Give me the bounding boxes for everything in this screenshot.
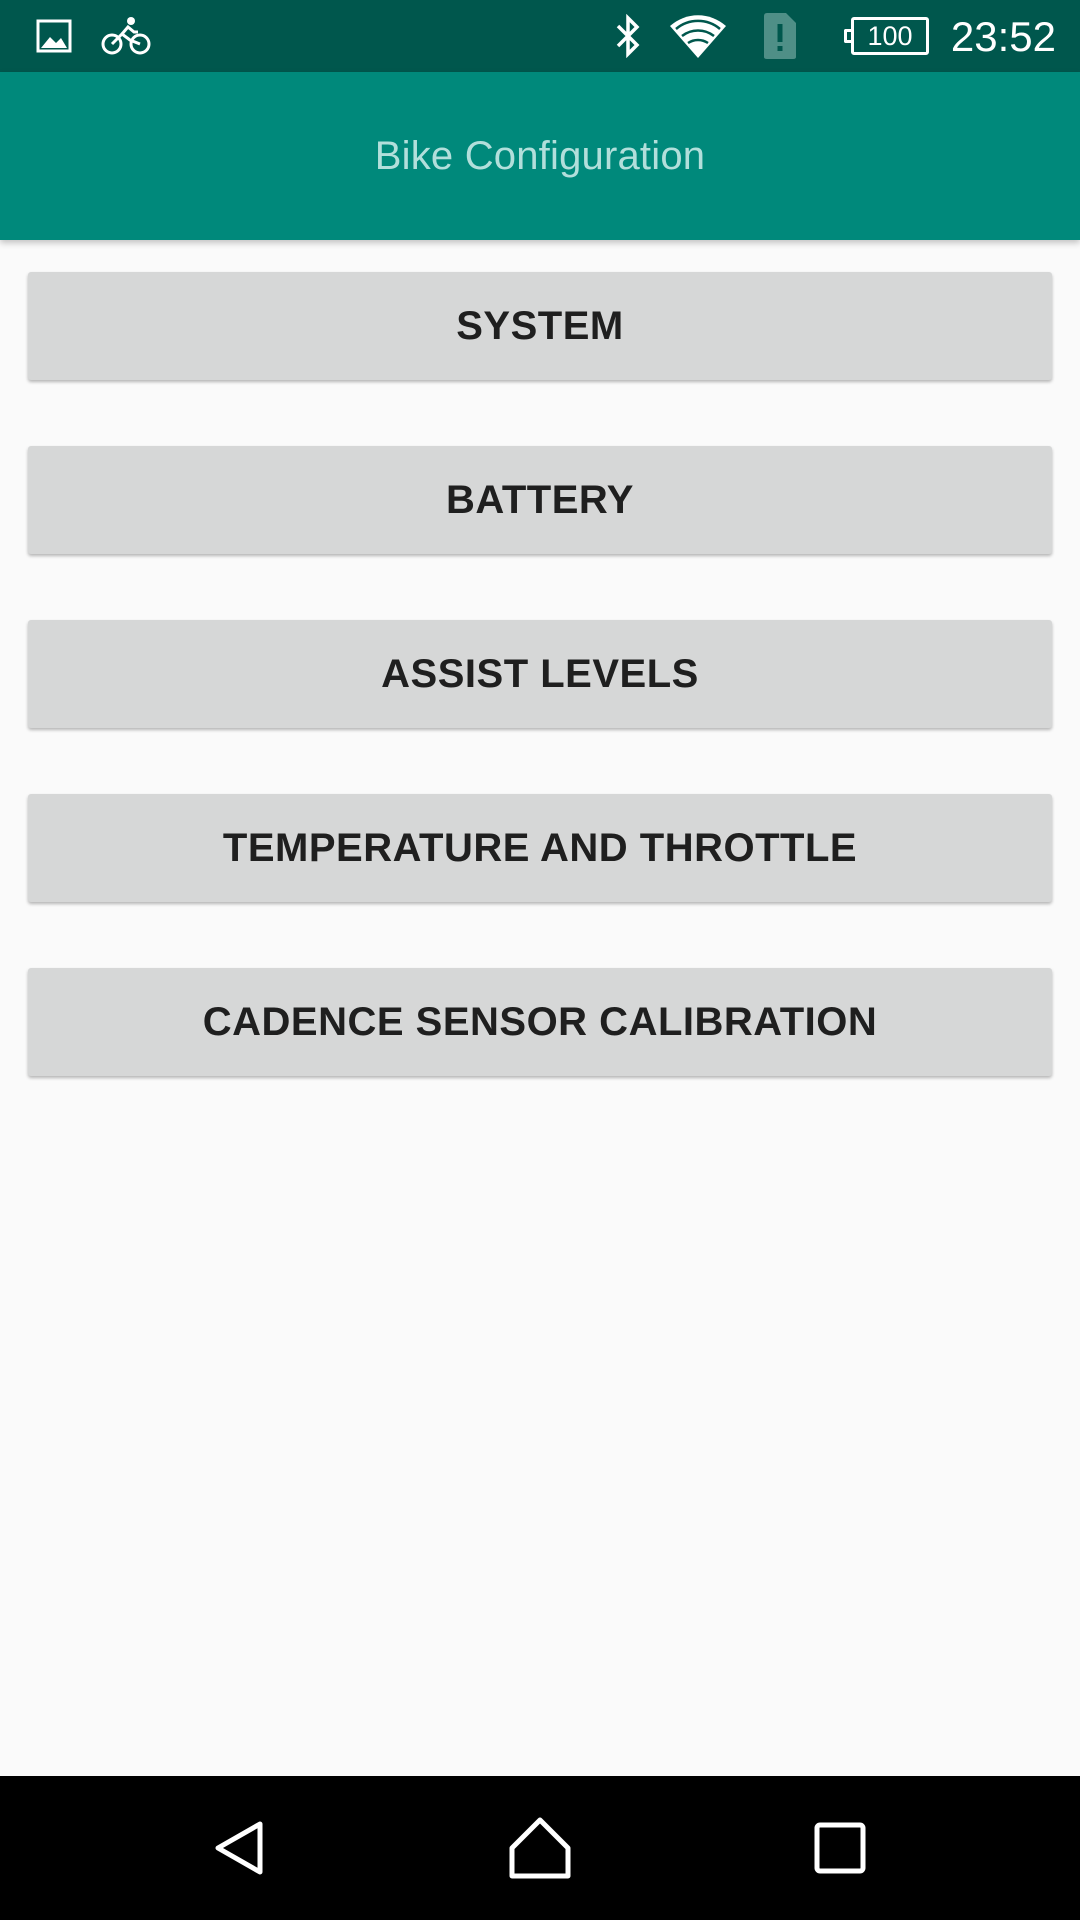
assist-levels-button[interactable]: ASSIST LEVELS xyxy=(28,620,1052,728)
sim-alert-icon xyxy=(760,0,800,72)
gallery-icon xyxy=(34,0,74,72)
bike-icon xyxy=(100,0,152,72)
bluetooth-icon xyxy=(608,0,648,72)
app-bar: Bike Configuration xyxy=(0,72,1080,240)
temperature-and-throttle-button[interactable]: TEMPERATURE AND THROTTLE xyxy=(28,794,1052,902)
recents-icon[interactable] xyxy=(780,1776,900,1920)
page-title: Bike Configuration xyxy=(374,133,706,178)
wifi-icon xyxy=(666,0,730,72)
status-bar: 100 23:52 xyxy=(0,0,1080,72)
battery-button[interactable]: BATTERY xyxy=(28,446,1052,554)
back-icon[interactable] xyxy=(180,1776,300,1920)
navigation-bar xyxy=(0,1776,1080,1920)
status-time: 23:52 xyxy=(950,13,1056,60)
cadence-sensor-calibration-button[interactable]: CADENCE SENSOR CALIBRATION xyxy=(28,968,1052,1076)
home-icon[interactable] xyxy=(480,1776,600,1920)
screen: 100 23:52 Bike Configuration SYSTEM BATT… xyxy=(0,0,1080,1920)
battery-level: 100 xyxy=(844,17,929,55)
system-button[interactable]: SYSTEM xyxy=(28,272,1052,380)
battery-icon: 100 xyxy=(842,0,930,72)
menu-list: SYSTEM BATTERY ASSIST LEVELS TEMPERATURE… xyxy=(28,272,1052,1142)
